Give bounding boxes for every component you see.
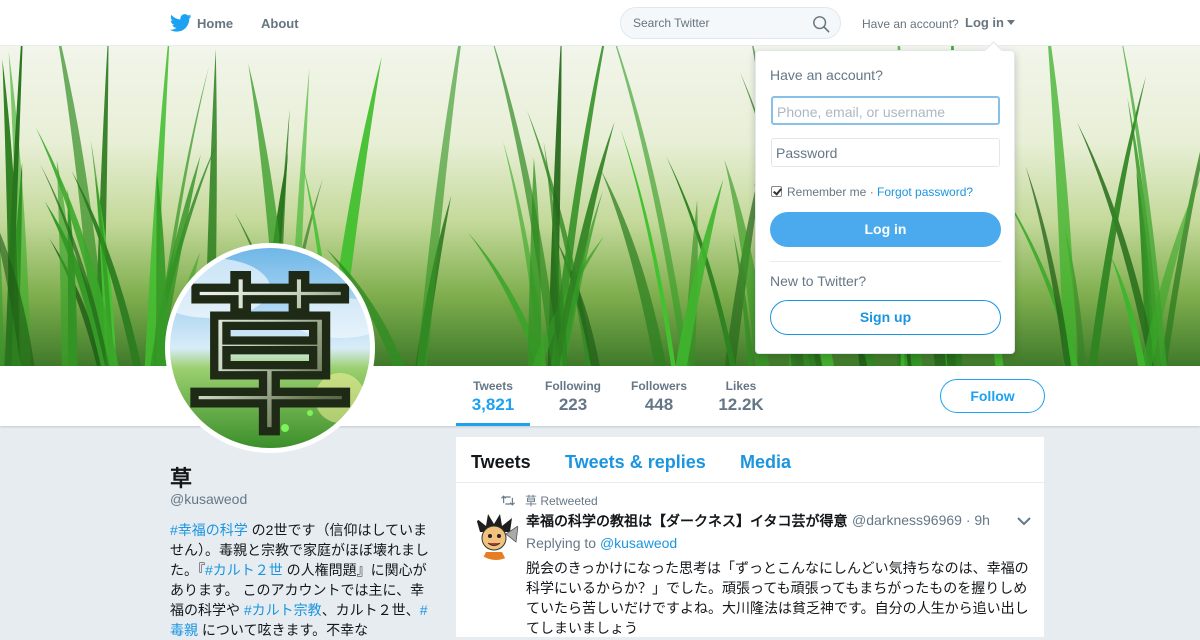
tweet-avatar-image [472, 512, 520, 560]
replying-prefix: Replying to [526, 535, 597, 551]
search-input[interactable]: Search Twitter [620, 7, 841, 39]
bio-text: 、カルト２世、 [321, 602, 420, 618]
login-button[interactable]: Log in [770, 212, 1001, 247]
bio-text: について呟きます。不幸な [198, 622, 369, 638]
stat-label: Tweets [473, 379, 513, 393]
tweet-author-name[interactable]: 幸福の科学の教祖は【ダークネス】イタコ芸が得意 [526, 511, 847, 531]
nav-about-link[interactable]: About [261, 16, 299, 31]
tweet-author-meta[interactable]: @darkness96969 · 9h [852, 512, 990, 528]
top-navigation-bar: Home About Search Twitter Have an accoun… [0, 0, 1200, 46]
remember-me-row: Remember me · Forgot password? [771, 185, 973, 199]
profile-name: 草 [170, 466, 193, 491]
profile-bio: #幸福の科学 の2世です（信仰はしていません）。毒親と宗教で家庭がほぼ壊れました… [170, 520, 432, 640]
grass-blade [1160, 151, 1200, 366]
stat-tweets[interactable]: Tweets 3,821 [456, 366, 530, 426]
tab-media[interactable]: Media [740, 452, 791, 473]
replying-handle-link[interactable]: @kusaweod [600, 535, 677, 551]
tab-tweets-replies[interactable]: Tweets & replies [565, 452, 706, 473]
twitter-bird-icon[interactable] [170, 14, 192, 32]
caret-down-icon [1007, 20, 1015, 25]
search-placeholder: Search Twitter [633, 16, 710, 30]
stat-value: 448 [644, 395, 674, 414]
bio-hashtag-link[interactable]: #カルト２世 [205, 562, 283, 578]
stat-likes[interactable]: Likes 12.2K [708, 366, 774, 426]
stat-value: 12.2K [718, 395, 764, 414]
new-to-twitter-label: New to Twitter? [770, 273, 867, 289]
search-icon[interactable] [812, 15, 830, 33]
tab-tweets[interactable]: Tweets [471, 452, 531, 473]
stat-label: Likes [725, 379, 757, 393]
stat-label: Followers [630, 379, 687, 393]
username-placeholder: Phone, email, or username [777, 104, 946, 120]
tweet-author-avatar[interactable] [472, 512, 520, 560]
grass-blade [675, 179, 724, 366]
remember-me-checkbox[interactable] [771, 186, 782, 197]
dropdown-title: Have an account? [770, 67, 883, 83]
stat-followers[interactable]: Followers 448 [626, 366, 692, 426]
retweet-label: 草 Retweeted [525, 494, 598, 508]
avatar-glyph: 草 [185, 261, 355, 448]
login-dropdown: Have an account? Phone, email, or userna… [755, 50, 1015, 354]
username-field[interactable]: Phone, email, or username [771, 96, 1000, 125]
password-field[interactable]: Password [771, 138, 1000, 167]
tweet-text: 脱会のきっかけになった思考は「ずっとこんなにしんどい気持ちなのは、幸福の科学にい… [526, 560, 1029, 636]
bio-hashtag-link[interactable]: #幸福の科学 [170, 522, 248, 538]
timeline-tabs: Tweets Tweets & replies Media [456, 437, 1044, 483]
retweet-context: 草 Retweeted [501, 492, 598, 509]
tweet-replying-to: Replying to @kusaweod [526, 535, 677, 551]
profile-handle: @kusaweod [170, 491, 248, 507]
follow-button[interactable]: Follow [940, 379, 1045, 413]
stat-following[interactable]: Following 223 [540, 366, 606, 426]
profile-avatar[interactable]: 草 [165, 243, 375, 453]
have-account-label: Have an account? [862, 17, 959, 31]
login-link-label: Log in [965, 15, 1004, 30]
forgot-password-link[interactable]: Forgot password? [877, 185, 973, 199]
password-placeholder: Password [776, 145, 838, 161]
timeline: Tweets Tweets & replies Media 草 Retweeted … [456, 437, 1044, 637]
stat-value: 223 [558, 395, 588, 414]
avatar-image: 草 [170, 248, 370, 448]
login-dropdown-toggle[interactable]: Log in [965, 15, 1015, 30]
signup-button[interactable]: Sign up [770, 300, 1001, 335]
chevron-down-icon[interactable] [1017, 516, 1031, 526]
stat-value: 3,821 [471, 395, 515, 414]
remember-separator: · [866, 185, 878, 199]
grass-blade [1088, 76, 1146, 366]
dropdown-divider [770, 261, 1001, 262]
bio-hashtag-link[interactable]: #カルト宗教 [244, 602, 322, 618]
grass-blade [417, 46, 461, 366]
remember-me-label[interactable]: Remember me [787, 185, 866, 199]
retweet-icon [501, 495, 515, 506]
nav-home-link[interactable]: Home [197, 16, 233, 31]
stat-label: Following [545, 379, 601, 393]
